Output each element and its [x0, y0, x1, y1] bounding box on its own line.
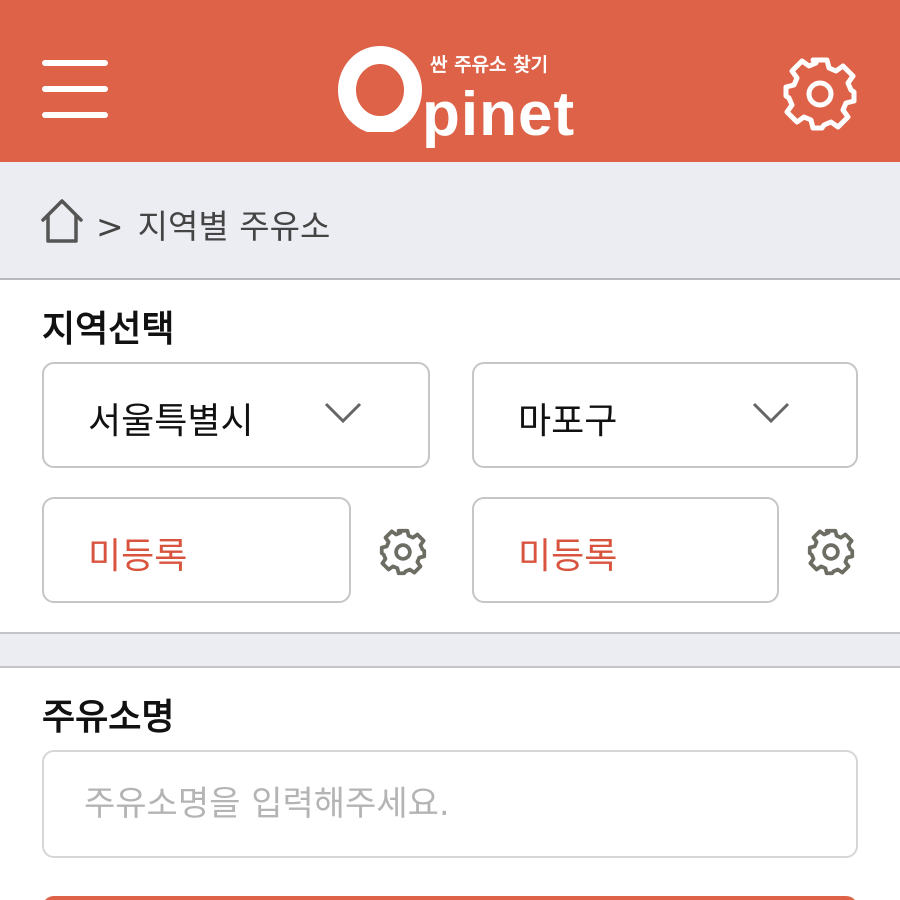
- region-section-title: 지역선택: [42, 309, 175, 350]
- home-icon[interactable]: [40, 198, 84, 244]
- favorite-region-1-status: 미등록: [88, 536, 188, 577]
- opinet-logo: 싼 주유소 찾기 pinet: [336, 40, 576, 146]
- logo-o-mark: [338, 46, 422, 132]
- station-name-input[interactable]: [42, 750, 858, 858]
- app-header: 싼 주유소 찾기 pinet: [0, 0, 900, 162]
- breadcrumb-current[interactable]: 지역별 주유소: [138, 207, 331, 246]
- favorite-region-2-status: 미등록: [518, 536, 618, 577]
- city-select-value: 서울특별시: [88, 401, 254, 442]
- search-button[interactable]: [42, 896, 858, 900]
- logo-wordmark: pinet: [422, 80, 576, 149]
- station-name-section-title: 주유소명: [42, 697, 175, 738]
- breadcrumb-path: > 지역별 주유소: [96, 200, 330, 248]
- hamburger-menu-icon[interactable]: [42, 60, 108, 118]
- section-divider: [0, 632, 900, 668]
- favorite-region-2[interactable]: 미등록: [472, 497, 779, 603]
- district-select-value: 마포구: [518, 401, 618, 442]
- city-select[interactable]: 서울특별시: [42, 362, 430, 468]
- gear-icon[interactable]: [806, 527, 856, 577]
- chevron-down-icon: [324, 402, 362, 424]
- district-select[interactable]: 마포구: [472, 362, 858, 468]
- favorite-region-1[interactable]: 미등록: [42, 497, 351, 603]
- logo-subtitle: 싼 주유소 찾기: [430, 54, 549, 76]
- gear-icon[interactable]: [780, 54, 860, 134]
- chevron-down-icon: [752, 402, 790, 424]
- gear-icon[interactable]: [378, 527, 428, 577]
- breadcrumb-separator: >: [96, 207, 124, 246]
